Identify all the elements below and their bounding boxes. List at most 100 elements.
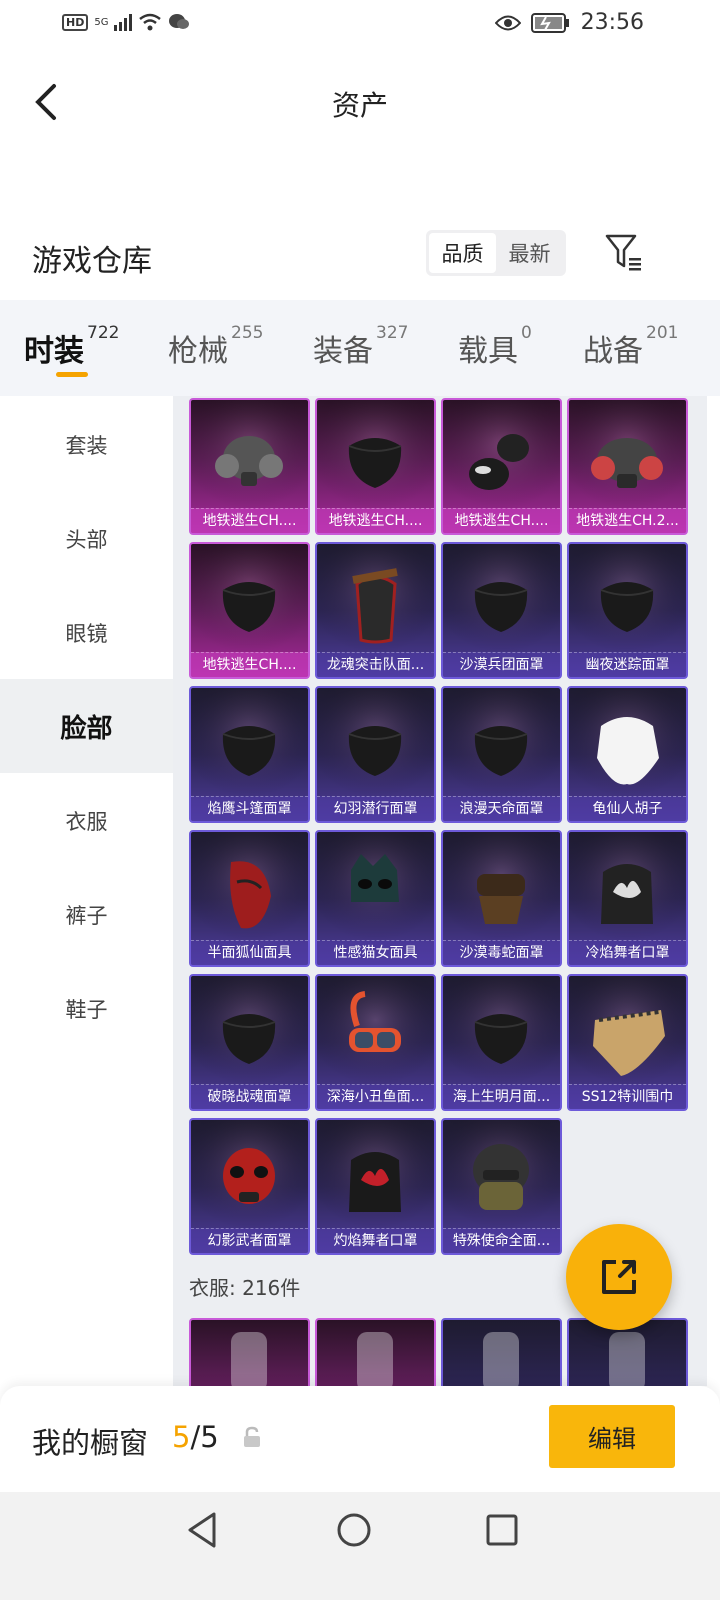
home-circle-icon[interactable] — [334, 1510, 374, 1550]
item-name: 半面狐仙面具 — [191, 940, 308, 965]
tab-count: 0 — [521, 323, 532, 343]
item-name: 地铁逃生CH.... — [191, 508, 308, 533]
gas-mask-icon — [191, 400, 308, 510]
showcase-separator: / — [190, 1420, 201, 1454]
desert-mask-icon — [443, 544, 560, 654]
status-left: HD 5G — [62, 12, 190, 32]
tab-fashion[interactable]: 时装722 — [24, 323, 120, 370]
edit-button[interactable]: 编辑 — [549, 1405, 675, 1468]
showcase-count: 5/5 — [172, 1420, 219, 1454]
status-bar: HD 5G 23:56 — [0, 0, 720, 50]
tab-label: 枪械 — [168, 334, 228, 369]
item-name: 冷焰舞者口罩 — [569, 940, 686, 965]
item-name: 龙魂突击队面... — [317, 652, 434, 677]
flame-mask-icon — [317, 1120, 434, 1230]
tab-label: 战备 — [583, 334, 643, 369]
external-link-icon — [602, 1260, 636, 1294]
tab-label: 装备 — [313, 334, 373, 369]
wifi-icon — [139, 13, 162, 31]
item-card[interactable]: 地铁逃生CH.... — [441, 398, 562, 535]
item-card[interactable]: 半面狐仙面具 — [189, 830, 310, 967]
tab-equipment[interactable]: 装备327 — [313, 323, 408, 370]
item-name: SS12特训围巾 — [569, 1084, 686, 1109]
item-card[interactable]: 龙魂突击队面... — [315, 542, 436, 679]
item-name: 灼焰舞者口罩 — [317, 1228, 434, 1253]
item-name: 地铁逃生CH.... — [443, 508, 560, 533]
clothes-section-label: 衣服: 216件 — [189, 1276, 301, 1300]
item-card[interactable]: 海上生明月面... — [441, 974, 562, 1111]
dawn-mask-icon — [191, 976, 308, 1086]
item-name: 海上生明月面... — [443, 1084, 560, 1109]
item-name: 幽夜迷踪面罩 — [569, 652, 686, 677]
fox-mask-icon — [191, 832, 308, 942]
item-card[interactable]: 幻羽潜行面罩 — [315, 686, 436, 823]
item-name: 焰鹰斗篷面罩 — [191, 796, 308, 821]
app-header: 资产 — [0, 70, 720, 134]
tab-label: 时装 — [24, 334, 84, 369]
item-card[interactable]: 地铁逃生CH.... — [315, 398, 436, 535]
network-type: 5G — [94, 16, 109, 28]
tab-guns[interactable]: 枪械255 — [168, 323, 263, 370]
item-card[interactable]: 沙漠兵团面罩 — [441, 542, 562, 679]
sidenav-item-face[interactable]: 脸部 — [0, 679, 173, 773]
item-card[interactable]: 灼焰舞者口罩 — [315, 1118, 436, 1255]
item-card[interactable]: 幽夜迷踪面罩 — [567, 542, 688, 679]
item-card[interactable]: 焰鹰斗篷面罩 — [189, 686, 310, 823]
item-card[interactable]: 地铁逃生CH.2... — [567, 398, 688, 535]
item-card[interactable]: 冷焰舞者口罩 — [567, 830, 688, 967]
battery-icon — [530, 12, 569, 33]
sidenav-item-glasses[interactable]: 眼镜 — [0, 586, 173, 680]
cat-mask-icon — [317, 832, 434, 942]
tab-supplies[interactable]: 战备201 — [583, 323, 678, 370]
item-name: 地铁逃生CH.... — [317, 508, 434, 533]
eye-icon — [494, 15, 521, 30]
app-root: HD 5G 23:56 资产 游戏仓库 品质 最新 时装722 枪械255 装备… — [0, 0, 720, 1600]
sidenav-item-suit[interactable]: 套装 — [0, 398, 173, 492]
tab-count: 722 — [87, 323, 120, 343]
clothes-card[interactable] — [315, 1318, 436, 1386]
neck-gaiter-icon — [443, 400, 560, 510]
item-card[interactable]: 幻影武者面罩 — [189, 1118, 310, 1255]
tab-label: 载具 — [458, 334, 518, 369]
wechat-icon — [169, 14, 190, 29]
pink-dress-icon — [231, 1332, 267, 1386]
signal-icon — [114, 13, 133, 31]
respirator-icon — [569, 400, 686, 510]
sort-latest-button[interactable]: 最新 — [496, 233, 563, 273]
sort-quality-button[interactable]: 品质 — [429, 233, 496, 273]
item-card[interactable]: 浪漫天命面罩 — [441, 686, 562, 823]
item-card[interactable]: 破晓战魂面罩 — [189, 974, 310, 1111]
item-card[interactable]: 龟仙人胡子 — [567, 686, 688, 823]
recents-square-icon[interactable] — [484, 1512, 520, 1548]
purple-outfit-icon — [483, 1332, 519, 1386]
item-card[interactable]: 特殊使命全面... — [441, 1118, 562, 1255]
item-card[interactable]: 性感猫女面具 — [315, 830, 436, 967]
back-triangle-icon[interactable] — [184, 1510, 224, 1550]
item-card[interactable]: 深海小丑鱼面... — [315, 974, 436, 1111]
tab-vehicles[interactable]: 载具0 — [458, 323, 532, 370]
item-card[interactable]: SS12特训围巾 — [567, 974, 688, 1111]
item-name: 深海小丑鱼面... — [317, 1084, 434, 1109]
showcase-panel: 我的橱窗 5/5 编辑 — [0, 1386, 720, 1492]
item-card[interactable]: 沙漠毒蛇面罩 — [441, 830, 562, 967]
phantom-mask-icon — [191, 1120, 308, 1230]
scarf-icon — [569, 976, 686, 1086]
showcase-total: 5 — [200, 1420, 219, 1454]
sidenav-item-clothes[interactable]: 衣服 — [0, 774, 173, 868]
sidenav-item-pants[interactable]: 裤子 — [0, 868, 173, 962]
filter-icon[interactable] — [604, 232, 644, 272]
sidenav-item-shoes[interactable]: 鞋子 — [0, 962, 173, 1056]
lock-icon — [244, 1426, 260, 1447]
item-card[interactable]: 地铁逃生CH.... — [189, 398, 310, 535]
clothes-card[interactable] — [441, 1318, 562, 1386]
share-fab[interactable] — [566, 1224, 672, 1330]
item-name: 特殊使命全面... — [443, 1228, 560, 1253]
item-name: 幻影武者面罩 — [191, 1228, 308, 1253]
item-card[interactable]: 地铁逃生CH.... — [189, 542, 310, 679]
status-right: 23:56 — [494, 10, 644, 35]
clock: 23:56 — [580, 10, 644, 35]
clothes-card[interactable] — [189, 1318, 310, 1386]
green-outfit-icon — [609, 1332, 645, 1386]
sidenav-item-head[interactable]: 头部 — [0, 492, 173, 586]
item-name: 地铁逃生CH.2... — [569, 508, 686, 533]
